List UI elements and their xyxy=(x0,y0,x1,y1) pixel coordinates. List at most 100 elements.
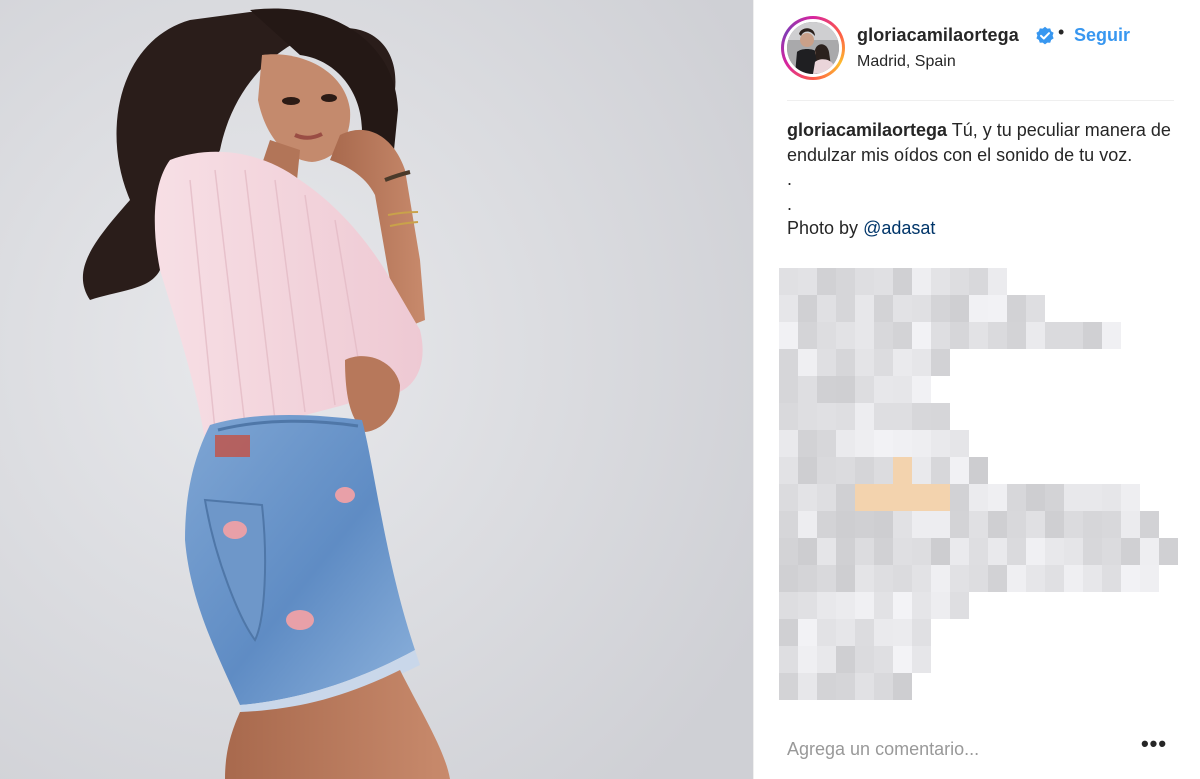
blur-cell xyxy=(1026,511,1045,538)
blur-cell xyxy=(779,457,798,484)
post-photo[interactable] xyxy=(0,0,753,779)
blur-cell xyxy=(817,592,836,619)
blur-cell xyxy=(817,295,836,322)
blur-cell xyxy=(1102,538,1121,565)
blur-cell xyxy=(836,484,855,511)
avatar[interactable] xyxy=(787,22,839,74)
blur-cell xyxy=(931,457,950,484)
blur-cell xyxy=(817,349,836,376)
blur-cell xyxy=(874,376,893,403)
blur-cell xyxy=(874,484,893,511)
blur-cell xyxy=(893,538,912,565)
blur-cell xyxy=(969,295,988,322)
blur-cell xyxy=(912,511,931,538)
blur-cell xyxy=(988,538,1007,565)
blur-cell xyxy=(950,457,969,484)
blur-cell xyxy=(1159,538,1178,565)
blur-cell xyxy=(1140,511,1159,538)
blur-cell xyxy=(988,484,1007,511)
blur-cell xyxy=(988,565,1007,592)
blur-cell xyxy=(912,295,931,322)
blur-cell xyxy=(798,673,817,700)
blur-cell xyxy=(874,268,893,295)
follow-button[interactable]: Seguir xyxy=(1074,25,1130,46)
blur-cell xyxy=(1102,565,1121,592)
blur-cell xyxy=(1121,511,1140,538)
blur-cell xyxy=(931,322,950,349)
blur-cell xyxy=(779,646,798,673)
post-sidebar: gloriacamilaortega • Seguir Madrid, Spai… xyxy=(753,0,1200,779)
blur-cell xyxy=(912,457,931,484)
blur-cell xyxy=(836,646,855,673)
blur-cell xyxy=(874,646,893,673)
header-divider xyxy=(787,100,1174,101)
comment-input[interactable] xyxy=(787,736,1127,762)
blur-cell xyxy=(779,511,798,538)
blur-cell xyxy=(912,592,931,619)
blur-cell xyxy=(817,484,836,511)
blur-cell xyxy=(779,592,798,619)
blur-cell xyxy=(855,592,874,619)
post-author-username[interactable]: gloriacamilaortega xyxy=(857,25,1019,46)
blur-cell xyxy=(836,619,855,646)
mention-link[interactable]: @adasat xyxy=(863,218,935,238)
blur-cell xyxy=(931,349,950,376)
avatar-story-ring[interactable] xyxy=(781,16,845,80)
blur-cell xyxy=(950,484,969,511)
blur-cell xyxy=(874,619,893,646)
blur-cell xyxy=(779,484,798,511)
blur-cell xyxy=(893,511,912,538)
blur-cell xyxy=(836,592,855,619)
blur-cell xyxy=(874,430,893,457)
blur-cell xyxy=(912,403,931,430)
blur-cell xyxy=(874,511,893,538)
blur-cell xyxy=(779,565,798,592)
blur-cell xyxy=(893,484,912,511)
avatar-image xyxy=(787,22,839,74)
blur-cell xyxy=(893,430,912,457)
blur-cell xyxy=(798,349,817,376)
caption-username[interactable]: gloriacamilaortega xyxy=(787,120,947,140)
blur-cell xyxy=(874,538,893,565)
blur-cell xyxy=(1007,295,1026,322)
caption-credit-text: Photo by xyxy=(787,218,864,238)
blur-cell xyxy=(969,268,988,295)
blur-cell xyxy=(1045,484,1064,511)
blur-cell xyxy=(836,376,855,403)
blur-cell xyxy=(1026,295,1045,322)
blur-cell xyxy=(874,403,893,430)
blur-cell xyxy=(855,349,874,376)
blur-cell xyxy=(1026,538,1045,565)
blur-cell xyxy=(836,268,855,295)
blur-cell xyxy=(817,646,836,673)
header-separator: • xyxy=(1058,22,1065,42)
blur-cell xyxy=(893,619,912,646)
blur-cell xyxy=(912,619,931,646)
post-caption: gloriacamilaortega Tú, y tu peculiar man… xyxy=(787,118,1177,241)
blur-cell xyxy=(1045,565,1064,592)
blur-cell xyxy=(798,268,817,295)
blur-cell xyxy=(969,457,988,484)
blur-cell xyxy=(1083,322,1102,349)
blur-cell xyxy=(855,403,874,430)
blur-cell xyxy=(950,592,969,619)
more-options-icon[interactable]: ••• xyxy=(1139,733,1169,760)
blur-cell xyxy=(836,565,855,592)
blur-cell xyxy=(798,619,817,646)
blur-cell xyxy=(969,565,988,592)
blur-cell xyxy=(1045,538,1064,565)
blur-cell xyxy=(836,511,855,538)
blur-cell xyxy=(779,295,798,322)
blur-cell xyxy=(893,673,912,700)
blur-cell xyxy=(893,349,912,376)
blur-cell xyxy=(988,322,1007,349)
blur-cell xyxy=(1121,484,1140,511)
blur-cell xyxy=(893,322,912,349)
blur-cell xyxy=(855,295,874,322)
blur-cell xyxy=(988,268,1007,295)
blur-cell xyxy=(1007,322,1026,349)
post-location[interactable]: Madrid, Spain xyxy=(857,53,956,71)
blur-cell xyxy=(836,538,855,565)
blur-cell xyxy=(1026,322,1045,349)
blur-cell xyxy=(779,349,798,376)
